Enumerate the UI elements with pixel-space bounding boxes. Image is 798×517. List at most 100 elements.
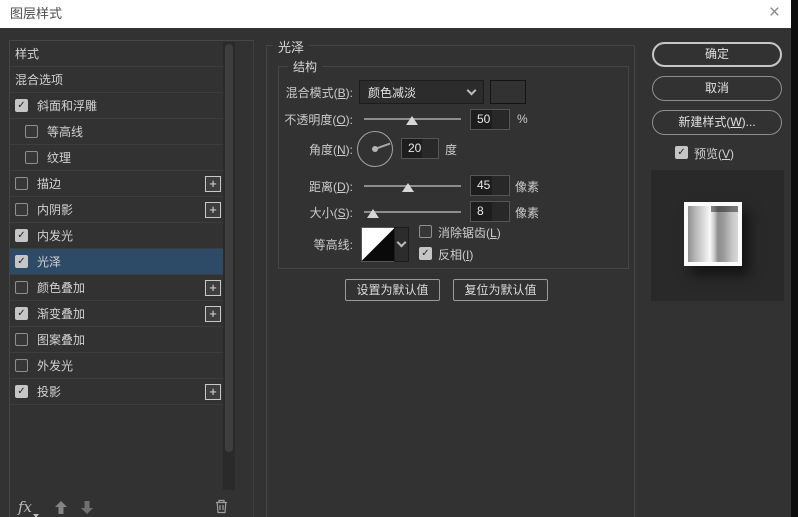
reset-default-button[interactable]: 复位为默认值	[453, 279, 548, 301]
distance-unit: 像素	[515, 180, 540, 194]
style-list-item[interactable]: ✓ 渐变叠加 +	[10, 301, 229, 327]
satin-color-swatch[interactable]	[490, 80, 526, 104]
style-enable-checkbox[interactable]: ✓	[15, 385, 28, 398]
add-effect-instance-button[interactable]: +	[205, 383, 221, 400]
style-preview-thumbnail	[684, 202, 742, 266]
scrollbar-thumb[interactable]	[225, 44, 233, 452]
style-list-item[interactable]: 图案叠加	[10, 327, 229, 353]
size-slider[interactable]	[364, 206, 461, 218]
style-enable-checkbox[interactable]	[25, 151, 38, 164]
add-effect-instance-button[interactable]: +	[205, 175, 221, 192]
style-enable-checkbox[interactable]: ✓	[15, 229, 28, 242]
style-item-label: 内发光	[37, 229, 74, 243]
blend-mode-label: 混合模式(B):	[285, 86, 353, 100]
style-item-label: 外发光	[37, 359, 74, 373]
screen: 图层样式 × 样式 混合选项 ✓ 斜面和浮雕 等高线 纹理 描边 + 内阴影 +…	[0, 0, 798, 517]
contour-dropdown-button[interactable]	[394, 227, 409, 262]
sidebar-scrollbar[interactable]	[223, 42, 235, 490]
angle-label: 角度(N):	[308, 143, 353, 157]
style-enable-checkbox[interactable]: ✓	[15, 307, 28, 320]
style-enable-checkbox[interactable]	[15, 333, 28, 346]
dialog-titlebar[interactable]: 图层样式 ×	[0, 0, 791, 28]
add-effect-instance-button[interactable]: +	[205, 305, 221, 322]
style-list-item[interactable]: 混合选项	[10, 67, 229, 93]
styles-sidebar: 样式 混合选项 ✓ 斜面和浮雕 等高线 纹理 描边 + 内阴影 + ✓ 内发光 …	[9, 40, 254, 517]
style-item-label: 纹理	[47, 151, 72, 165]
add-effect-instance-button[interactable]: +	[205, 201, 221, 218]
style-list-item[interactable]: 外发光	[10, 353, 229, 379]
slider-thumb[interactable]	[405, 116, 418, 125]
invert-label: 反相(I)	[438, 248, 474, 262]
style-enable-checkbox[interactable]: ✓	[15, 99, 28, 112]
size-input[interactable]: 8	[470, 201, 510, 222]
angle-unit: 度	[445, 143, 458, 157]
app-background-strip	[791, 0, 798, 517]
style-item-label: 混合选项	[15, 73, 64, 87]
preview-checkbox[interactable]: ✓	[675, 146, 688, 159]
style-enable-checkbox[interactable]	[15, 177, 28, 190]
style-list-item[interactable]: 等高线	[10, 119, 229, 145]
style-enable-checkbox[interactable]	[25, 125, 38, 138]
dialog-title: 图层样式	[10, 6, 63, 21]
angle-dial[interactable]	[357, 131, 393, 167]
close-icon[interactable]: ×	[769, 0, 780, 26]
angle-input[interactable]: 20	[401, 138, 439, 159]
style-list-item[interactable]: 描边 +	[10, 171, 229, 197]
style-item-label: 描边	[37, 177, 62, 191]
cancel-button[interactable]: 取消	[652, 76, 782, 101]
move-effect-down-button[interactable]	[80, 500, 94, 517]
style-item-label: 光泽	[37, 255, 62, 269]
opacity-input[interactable]: 50	[470, 109, 510, 130]
distance-label: 距离(D):	[308, 180, 353, 194]
arrow-down-icon	[81, 501, 93, 514]
style-list-item[interactable]: 纹理	[10, 145, 229, 171]
style-list-item[interactable]: ✓ 斜面和浮雕	[10, 93, 229, 119]
anti-alias-checkbox[interactable]	[419, 225, 432, 238]
opacity-slider[interactable]	[364, 113, 461, 125]
slider-thumb[interactable]	[366, 209, 379, 218]
anti-alias-label: 消除锯齿(L)	[438, 226, 501, 240]
style-item-label: 等高线	[47, 125, 84, 139]
style-list-item[interactable]: ✓ 内发光	[10, 223, 229, 249]
style-list-item[interactable]: ✓ 投影 +	[10, 379, 229, 405]
chevron-down-icon	[396, 237, 407, 248]
style-list-item[interactable]: 样式	[10, 41, 229, 67]
ok-button[interactable]: 确定	[652, 42, 782, 67]
invert-checkbox[interactable]: ✓	[419, 247, 432, 260]
fx-icon: fx	[18, 498, 33, 516]
chevron-down-icon	[466, 85, 477, 95]
preview-label: 预览(V)	[694, 147, 735, 161]
add-effect-instance-button[interactable]: +	[205, 279, 221, 296]
style-item-label: 图案叠加	[37, 333, 86, 347]
style-item-label: 样式	[15, 47, 40, 61]
contour-picker[interactable]	[361, 227, 395, 262]
set-default-button[interactable]: 设置为默认值	[345, 279, 440, 301]
slider-thumb[interactable]	[401, 183, 414, 192]
style-list-item[interactable]: 颜色叠加 +	[10, 275, 229, 301]
move-effect-up-button[interactable]	[54, 500, 68, 517]
delete-effect-button[interactable]	[214, 498, 229, 517]
style-list-item[interactable]: ✓ 光泽	[10, 249, 229, 275]
style-preview-panel	[651, 170, 784, 301]
style-item-label: 投影	[37, 385, 62, 399]
new-style-button[interactable]: 新建样式(W)...	[652, 110, 782, 135]
size-unit: 像素	[515, 206, 540, 220]
style-item-label: 颜色叠加	[37, 281, 86, 295]
style-enable-checkbox[interactable]	[15, 359, 28, 372]
distance-input[interactable]: 45	[470, 175, 510, 196]
distance-slider[interactable]	[364, 180, 461, 192]
style-item-label: 斜面和浮雕	[37, 99, 98, 113]
style-list-item[interactable]: 内阴影 +	[10, 197, 229, 223]
fx-menu-button[interactable]: fx	[18, 498, 40, 517]
style-item-label: 内阴影	[37, 203, 74, 217]
style-enable-checkbox[interactable]	[15, 281, 28, 294]
style-enable-checkbox[interactable]	[15, 203, 28, 216]
structure-group-title: 结构	[288, 58, 323, 75]
trash-icon	[216, 499, 227, 514]
angle-center-dot	[372, 146, 378, 152]
layer-style-dialog: 图层样式 × 样式 混合选项 ✓ 斜面和浮雕 等高线 纹理 描边 + 内阴影 +…	[0, 0, 791, 517]
style-enable-checkbox[interactable]: ✓	[15, 255, 28, 268]
contour-label: 等高线:	[313, 238, 353, 252]
blend-mode-select[interactable]: 颜色减淡	[359, 80, 484, 104]
sidebar-footer: fx	[10, 497, 255, 517]
